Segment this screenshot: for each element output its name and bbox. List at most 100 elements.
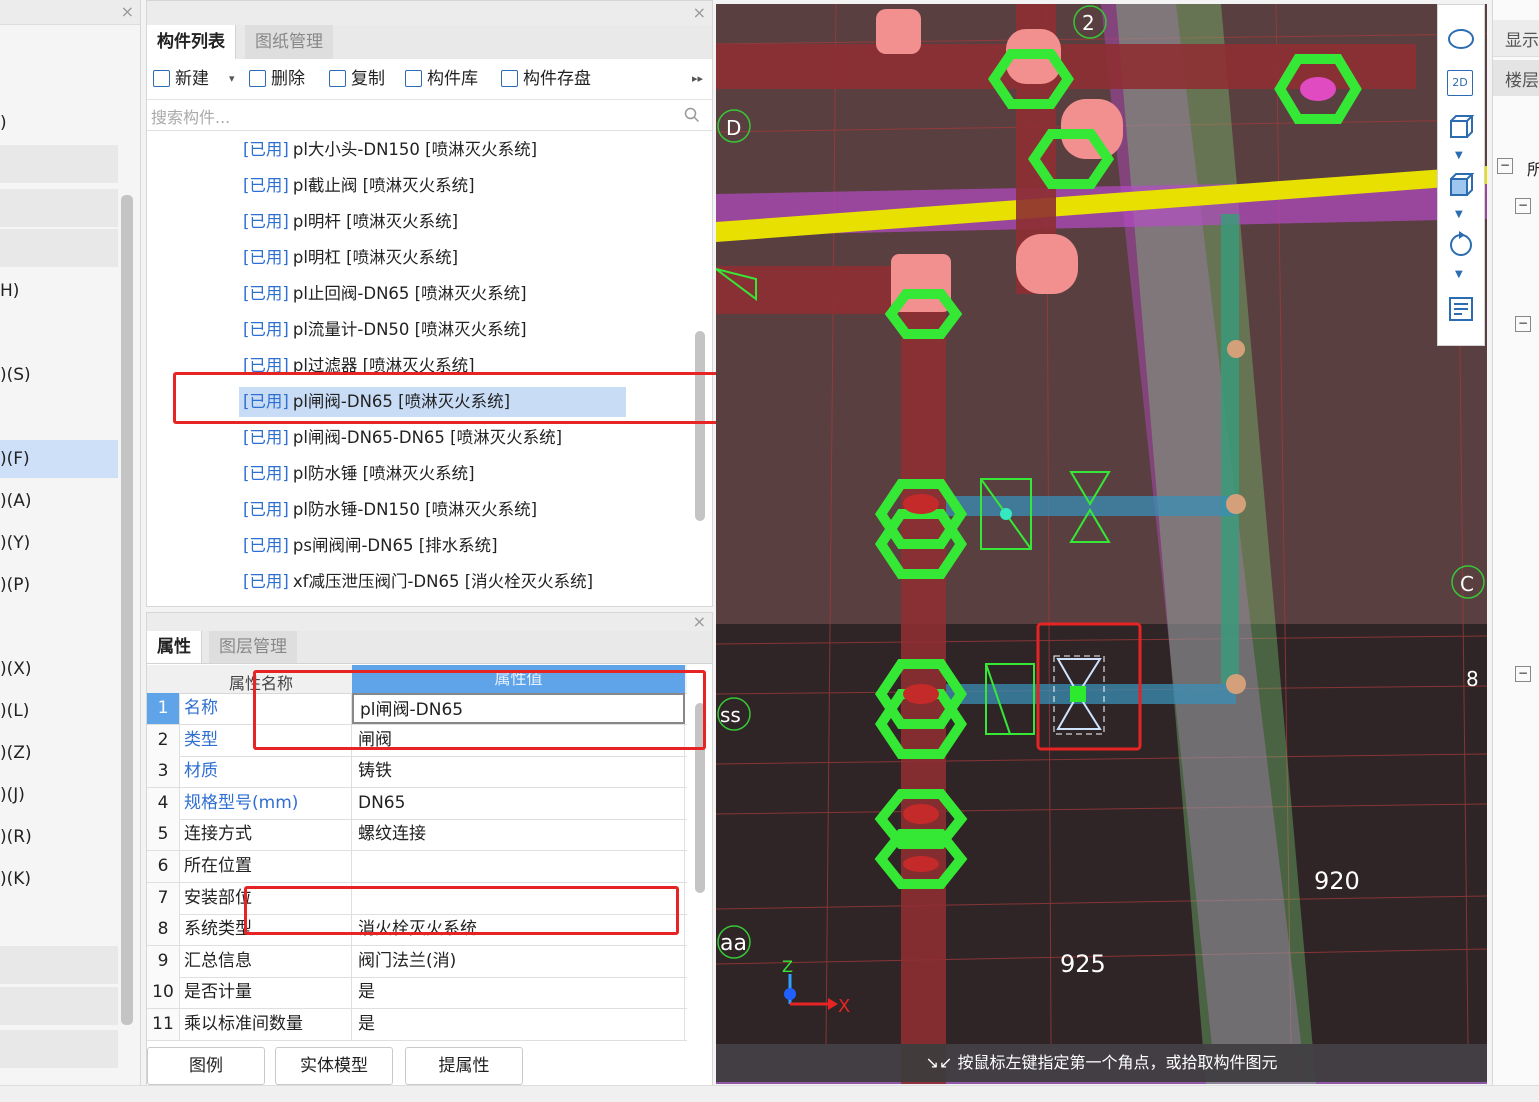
left-panel-item[interactable]: )(Z)	[0, 743, 32, 763]
axis-label-c: C	[1460, 572, 1474, 596]
tab-layer-management[interactable]: 图层管理	[209, 631, 297, 663]
list-item[interactable]: [已用] pl明杆 [喷淋灭火系统]	[239, 207, 458, 237]
property-name: 乘以标准间数量	[179, 1009, 352, 1040]
property-row[interactable]: 6 所在位置	[147, 851, 687, 883]
left-panel-item[interactable]: )(R)	[0, 827, 32, 847]
tree-collapse-icon[interactable]: −	[1515, 666, 1531, 682]
component-name: pl截止阀 [喷淋灭火系统]	[292, 176, 475, 195]
green-pipe-vertical	[1221, 214, 1239, 684]
orbit-icon[interactable]	[1447, 25, 1475, 53]
tab-floor[interactable]: 楼层	[1505, 66, 1539, 91]
component-panel-close-icon[interactable]: ×	[693, 3, 706, 22]
tab-drawing-management[interactable]: 图纸管理	[245, 25, 333, 59]
left-panel-item[interactable]: )(P)	[0, 575, 30, 595]
left-panel-item[interactable]: )(J)	[0, 785, 25, 805]
model-canvas[interactable]: 2 D C 8 ss aa 920 925 Z X	[716, 4, 1487, 1084]
left-panel-titlebar: ×	[0, 0, 140, 25]
tree-node-label[interactable]: 所	[1527, 156, 1539, 180]
left-panel-item[interactable]: )(Y)	[0, 533, 30, 553]
rotate-icon[interactable]	[1447, 230, 1475, 258]
list-item[interactable]: [已用] pl截止阀 [喷淋灭火系统]	[239, 171, 475, 201]
cube-icon[interactable]	[1447, 113, 1475, 141]
solid-model-button[interactable]: 实体模型	[275, 1047, 393, 1085]
used-badge: [已用]	[243, 212, 289, 231]
tree-collapse-icon[interactable]: −	[1515, 198, 1531, 214]
property-row[interactable]: 4 规格型号(mm) DN65	[147, 787, 687, 820]
left-panel-row[interactable]	[0, 145, 118, 183]
list-item[interactable]: [已用] pl流量计-DN50 [喷淋灭火系统]	[239, 315, 527, 345]
list-item[interactable]: [已用] pl止回阀-DN65 [喷淋灭火系统]	[239, 279, 527, 309]
property-row[interactable]: 9 汇总信息 阀门法兰(消)	[147, 945, 687, 978]
search-icon[interactable]	[684, 107, 700, 123]
list-item[interactable]: [已用] xf减压泄压阀门-DN65 [消火栓灭火系统]	[239, 567, 593, 597]
3d-viewport[interactable]: 2 D C 8 ss aa 920 925 Z X	[716, 4, 1487, 1084]
property-value-field[interactable]: 阀门法兰(消)	[352, 945, 685, 977]
chevron-down-icon[interactable]: ▼	[1455, 269, 1463, 280]
property-row[interactable]: 10 是否计量是	[147, 977, 687, 1010]
property-panel-close-icon[interactable]: ×	[693, 612, 706, 631]
chevron-down-icon[interactable]: ▼	[1455, 209, 1463, 220]
property-value-field[interactable]: 螺纹连接	[352, 819, 685, 851]
property-row[interactable]: 11 乘以标准间数量是	[147, 1009, 687, 1041]
view-toolbar: 2D ▼ ▼ ▼	[1437, 4, 1485, 346]
new-button[interactable]: 新建	[153, 66, 209, 92]
left-panel-row[interactable]	[0, 189, 118, 227]
row-number: 10	[147, 977, 180, 1009]
left-panel-row[interactable]	[0, 987, 118, 1025]
property-row[interactable]: 3 材质 铸铁	[147, 756, 687, 789]
left-panel-row[interactable]	[0, 1030, 118, 1068]
left-panel-item[interactable]: )	[0, 113, 7, 133]
left-panel-item[interactable]: )(F)	[0, 449, 30, 469]
chevron-down-icon[interactable]: ▼	[1455, 150, 1463, 161]
tree-collapse-icon[interactable]: −	[1515, 316, 1531, 332]
left-panel-item[interactable]: )(A)	[0, 491, 32, 511]
property-value-field[interactable]: 铸铁	[352, 756, 685, 788]
left-panel-item[interactable]: )(K)	[0, 869, 31, 889]
z-axis-label: Z	[782, 957, 793, 976]
list-item[interactable]: [已用] pl防水锤-DN150 [喷淋灭火系统]	[239, 495, 537, 525]
property-value-field[interactable]: 是	[352, 977, 685, 1009]
left-panel-scrollbar[interactable]	[121, 195, 133, 1025]
component-list-scrollbar[interactable]	[695, 331, 705, 521]
left-panel-close-icon[interactable]: ×	[121, 2, 134, 21]
used-badge: [已用]	[243, 536, 289, 555]
delete-button[interactable]: 删除	[249, 66, 305, 92]
list-item[interactable]: [已用] pl明杠 [喷淋灭火系统]	[239, 243, 458, 273]
list-item[interactable]: [已用] ps闸阀闸-DN65 [排水系统]	[239, 531, 498, 561]
component-name: pl闸阀-DN65-DN65 [喷淋灭火系统]	[292, 428, 563, 447]
tab-display[interactable]: 显示	[1505, 26, 1539, 51]
list-item[interactable]: [已用] pl大小头-DN150 [喷淋灭火系统]	[239, 135, 537, 165]
tree-collapse-icon[interactable]: −	[1497, 158, 1513, 174]
search-input[interactable]: 搜索构件...	[151, 104, 230, 128]
status-bar	[0, 1085, 1539, 1102]
property-value-field[interactable]: 是	[352, 1009, 685, 1040]
tab-properties[interactable]: 属性	[147, 631, 202, 663]
toolbar-overflow-icon[interactable]: ▸▸	[692, 66, 703, 92]
left-panel-row[interactable]	[0, 946, 118, 984]
component-list-scroll-thumb[interactable]	[695, 331, 705, 521]
left-panel-item[interactable]: )(L)	[0, 701, 29, 721]
left-panel-item[interactable]: )(X)	[0, 659, 32, 679]
left-panel-row[interactable]	[0, 229, 118, 267]
valve-center	[1000, 508, 1012, 520]
property-value-field[interactable]: DN65	[352, 787, 685, 819]
layer-list-icon[interactable]	[1447, 295, 1475, 323]
property-value-field[interactable]	[352, 851, 685, 882]
list-item[interactable]: [已用] pl闸阀-DN65-DN65 [喷淋灭火系统]	[239, 423, 562, 453]
component-save-button[interactable]: 构件存盘	[501, 66, 591, 92]
tab-component-list[interactable]: 构件列表	[147, 25, 236, 59]
copy-button[interactable]: 复制	[329, 66, 385, 92]
extract-properties-button[interactable]: 提属性	[405, 1047, 523, 1085]
cube-solid-icon[interactable]	[1447, 171, 1475, 199]
left-panel-item[interactable]: H)	[0, 281, 19, 301]
2d-icon[interactable]: 2D	[1447, 70, 1473, 96]
right-panel-tabs: 显示	[1493, 20, 1539, 57]
left-panel-scroll-thumb[interactable]	[121, 195, 133, 1025]
list-item[interactable]: [已用] pl防水锤 [喷淋灭火系统]	[239, 459, 475, 489]
left-panel-item[interactable]: )(S)	[0, 365, 31, 385]
property-row[interactable]: 5 连接方式 螺纹连接	[147, 819, 687, 852]
new-dropdown-chevron-icon[interactable]: ▾	[229, 66, 235, 92]
component-library-button[interactable]: 构件库	[405, 66, 478, 92]
legend-button[interactable]: 图例	[147, 1047, 265, 1085]
axis-label-d: D	[726, 116, 741, 140]
